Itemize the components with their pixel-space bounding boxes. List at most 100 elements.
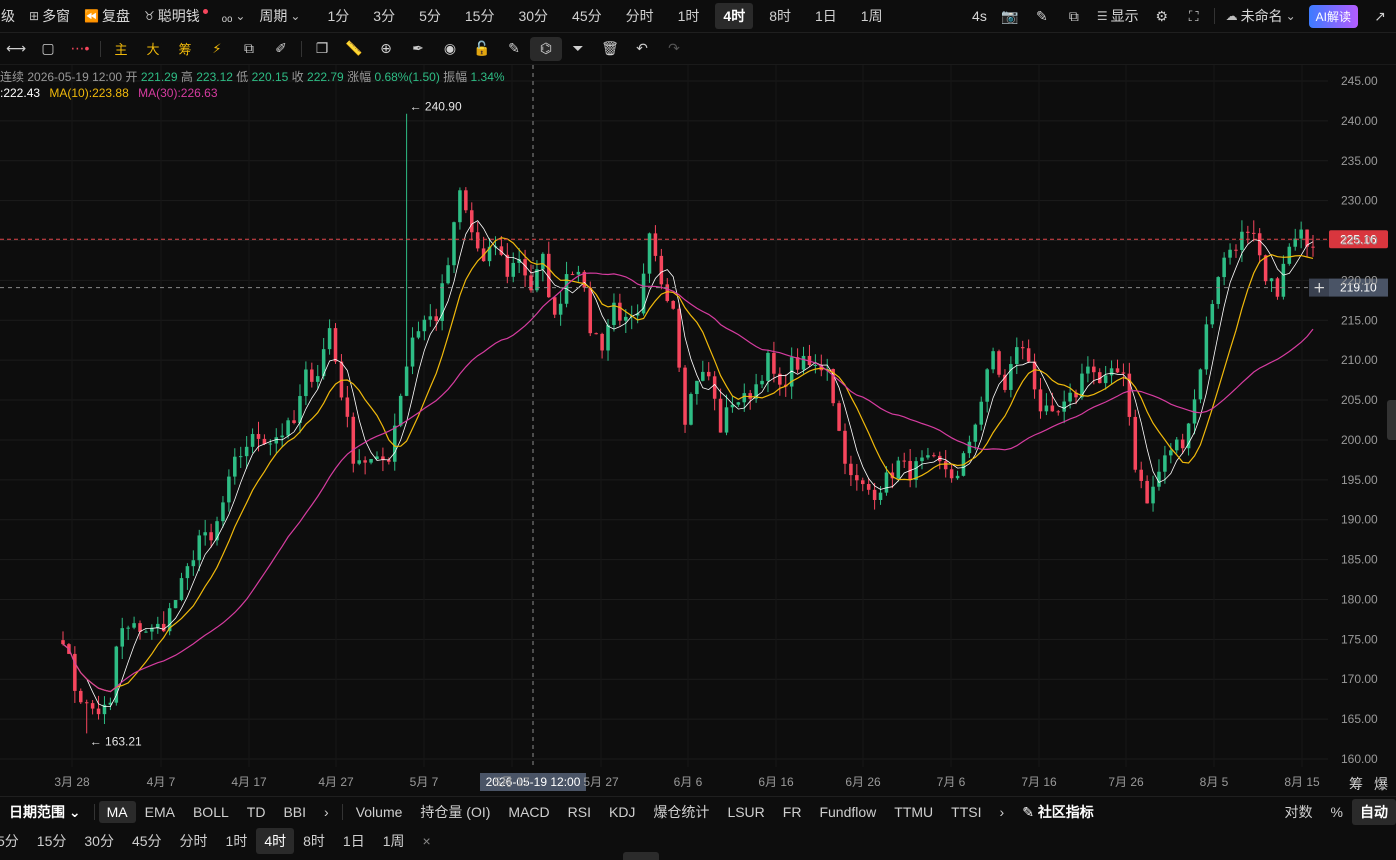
large-orders-toggle[interactable]: 大 xyxy=(137,37,169,61)
quick-timeframe-tab[interactable]: 1周 xyxy=(374,831,414,851)
magnet-icon[interactable]: ⌬ xyxy=(530,36,562,61)
top-menu-item[interactable]: ♉ 聪明钱 xyxy=(137,6,215,26)
timeframe-tab[interactable]: 45分 xyxy=(564,3,610,29)
axis-extra-label[interactable]: 爆 xyxy=(1374,776,1388,792)
quick-timeframe-tab[interactable]: 1日 xyxy=(334,831,374,851)
compare-icon[interactable]: ⧉ xyxy=(233,37,265,61)
collapse-handle[interactable] xyxy=(623,852,659,860)
ma10-value: MA(10):223.88 xyxy=(49,86,129,100)
rectangle-tool-icon[interactable]: ▢ xyxy=(32,37,64,61)
timeframe-tab[interactable]: 1分 xyxy=(319,3,357,29)
date-range-selector[interactable]: 日期范围 ⌄ xyxy=(0,802,90,822)
quick-timeframe-tab[interactable]: 45分 xyxy=(123,831,171,851)
dots-tool-icon[interactable]: ⋯• xyxy=(64,37,96,61)
quick-timeframe-tab[interactable]: 5分 xyxy=(0,831,28,851)
sub-indicator-tab[interactable]: TTSI xyxy=(942,804,990,820)
camera-icon[interactable]: 📷 xyxy=(994,4,1026,28)
top-menu-item[interactable]: ⊞ 多窗 xyxy=(22,6,77,26)
signal-icon[interactable]: ⚡ xyxy=(201,37,233,61)
top-menu-label: 聪明钱 xyxy=(157,8,200,24)
refresh-interval[interactable]: 4s xyxy=(965,8,994,24)
lock-icon[interactable]: 🔓 xyxy=(466,37,498,61)
quick-timeframe-tab[interactable]: 4时 xyxy=(256,828,295,854)
timeframe-tab[interactable]: 3分 xyxy=(365,3,403,29)
line-tool-icon[interactable]: ⟷ xyxy=(0,37,32,61)
sub-indicator-tab[interactable]: 爆仓统计 xyxy=(644,802,718,822)
sub-indicator-tab[interactable]: TTMU xyxy=(885,804,942,820)
sub-indicator-tab[interactable]: Volume xyxy=(347,804,412,820)
candle-body xyxy=(446,265,450,284)
main-chart-toggle[interactable]: 主 xyxy=(105,37,137,61)
side-panel-handle[interactable] xyxy=(1387,400,1396,440)
sub-indicator-tab[interactable]: 持仓量 (OI) xyxy=(411,802,499,822)
chevron-right-icon[interactable]: › xyxy=(991,804,1014,820)
sub-indicator-tab[interactable]: Fundflow xyxy=(810,804,885,820)
ruler-icon[interactable]: 📏 xyxy=(338,37,370,61)
redo-icon[interactable]: ↷ xyxy=(658,37,690,61)
export-icon[interactable]: ⧉ xyxy=(1058,4,1090,28)
top-menu-item[interactable]: 级 xyxy=(0,6,22,26)
period-selector[interactable]: 周期 ⌄ xyxy=(252,6,307,26)
close-icon[interactable]: × xyxy=(414,833,440,849)
undo-icon[interactable]: ↶ xyxy=(626,37,658,61)
top-menu-item[interactable]: ₒₒ ⌄ xyxy=(215,8,253,24)
quick-timeframe-tab[interactable]: 分时 xyxy=(171,831,217,851)
sub-indicator-tab[interactable]: FR xyxy=(774,804,811,820)
chips-toggle[interactable]: 筹 xyxy=(169,37,201,61)
candle-body xyxy=(558,303,563,315)
quick-timeframe-tab[interactable]: 8时 xyxy=(294,831,334,851)
main-indicator-tab[interactable]: BBI xyxy=(274,804,315,820)
pencil-icon[interactable]: ✎ xyxy=(1026,4,1058,28)
sub-indicator-tab[interactable]: RSI xyxy=(559,804,600,820)
candle-body xyxy=(410,337,415,367)
candle-body xyxy=(588,287,593,334)
timeframe-tab[interactable]: 分时 xyxy=(618,3,662,29)
sub-indicator-tab[interactable]: KDJ xyxy=(600,804,644,820)
fullscreen-icon[interactable]: ⛶ xyxy=(1178,4,1210,28)
display-button[interactable]: ☰ 显示 xyxy=(1090,6,1146,26)
timeframe-tab[interactable]: 4时 xyxy=(715,3,754,29)
settings-icon[interactable]: ⚙ xyxy=(1146,4,1178,28)
axis-extra-label[interactable]: 筹 xyxy=(1349,776,1363,792)
zoom-in-icon[interactable]: ⊕ xyxy=(370,37,402,61)
timeframe-tab[interactable]: 15分 xyxy=(457,3,503,29)
candle-body xyxy=(1115,368,1120,373)
main-indicator-tab[interactable]: TD xyxy=(238,804,275,820)
marker-icon[interactable]: ✒ xyxy=(402,37,434,61)
main-indicator-tab[interactable]: EMA xyxy=(136,804,184,820)
ai-interpret-button[interactable]: AI解读 xyxy=(1308,4,1358,28)
sub-indicator-tab[interactable]: LSUR xyxy=(718,804,773,820)
timeframe-tab[interactable]: 1时 xyxy=(670,3,708,29)
copy-icon[interactable]: ❐ xyxy=(306,37,338,61)
quick-timeframe-tab[interactable]: 30分 xyxy=(75,831,123,851)
percent-scale-toggle[interactable]: % xyxy=(1322,804,1352,820)
quick-timeframe-tab[interactable]: 1时 xyxy=(217,831,257,851)
candle-body xyxy=(304,369,308,397)
layout-name-selector[interactable]: ☁ 未命名 ⌄ xyxy=(1219,6,1303,26)
main-indicator-tab[interactable]: BOLL xyxy=(184,804,238,820)
filter-icon[interactable]: ⏷ xyxy=(562,37,594,61)
top-menu-item[interactable]: ⏪ 复盘 xyxy=(77,6,137,26)
trash-icon[interactable]: 🗑 xyxy=(594,37,626,61)
community-indicators-button[interactable]: ✎ 社区指标 xyxy=(1013,802,1103,822)
sub-indicator-tab[interactable]: MACD xyxy=(499,804,558,820)
timeframe-tab[interactable]: 5分 xyxy=(411,3,449,29)
candle-body xyxy=(1068,392,1072,402)
y-tick-label: 160.00 xyxy=(1341,752,1378,766)
log-scale-toggle[interactable]: 对数 xyxy=(1276,802,1322,822)
edit-note-icon[interactable]: ✎ xyxy=(498,37,530,61)
auto-scale-toggle[interactable]: 自动 xyxy=(1352,798,1396,825)
main-indicator-tab[interactable]: MA xyxy=(98,800,136,823)
trend-icon[interactable]: ↗ xyxy=(1364,4,1396,28)
chart-overlay: 225.16+ 219.102026-05-19 12:00← 240.90← 1… xyxy=(0,65,1388,791)
visibility-icon[interactable]: ◉ xyxy=(434,37,466,61)
candle-body xyxy=(238,456,243,458)
quick-timeframe-tab[interactable]: 15分 xyxy=(28,831,76,851)
timeframe-tab[interactable]: 8时 xyxy=(761,3,799,29)
timeframe-tab[interactable]: 1日 xyxy=(807,3,845,29)
timeframe-tab[interactable]: 1周 xyxy=(853,3,891,29)
timeframe-tab[interactable]: 30分 xyxy=(510,3,556,29)
price-chart[interactable]: 225.16+ 219.102026-05-19 12:00← 240.90← 1… xyxy=(0,65,1396,796)
brush-icon[interactable]: ✐ xyxy=(265,37,297,61)
chevron-right-icon[interactable]: › xyxy=(315,804,338,820)
